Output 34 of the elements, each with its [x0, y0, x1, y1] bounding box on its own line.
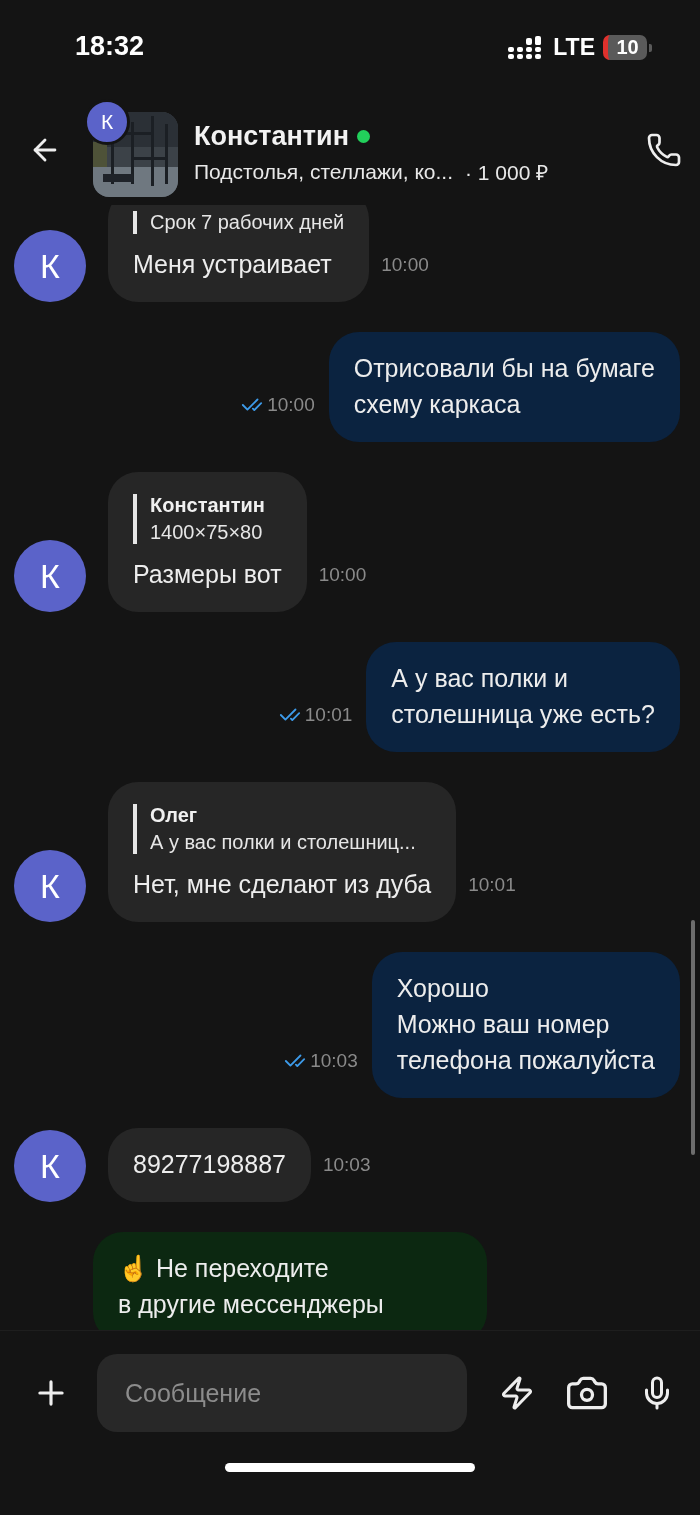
message-text: Отрисовали бы на бумаге схему каркаса — [353, 353, 655, 420]
message-time: 10:03 — [310, 1050, 358, 1072]
message-text: Размеры вот — [133, 559, 282, 590]
message-time: 10:00 — [318, 564, 367, 586]
phone-button[interactable] — [646, 132, 682, 168]
message-time: 10:00 — [267, 394, 315, 416]
quote-author: Олег — [150, 804, 199, 827]
message-time: 10:03 — [322, 1154, 371, 1176]
network-type: LTE — [553, 34, 595, 61]
battery-level: 10 — [603, 35, 647, 60]
avatar[interactable]: К — [14, 230, 86, 302]
avatar[interactable]: К — [14, 540, 86, 612]
message-text: А у вас полки и столешница уже есть? — [391, 663, 655, 730]
clock: 18:32 — [75, 31, 145, 62]
listing-price: · 1 000 ₽ — [465, 159, 549, 186]
message-text: Хорошо Можно ваш номер телефона пожалуйста — [396, 973, 655, 1076]
quote-author: Константин — [150, 494, 266, 517]
avatar[interactable]: К — [14, 1130, 86, 1202]
message-text: ☝ Не переходите в другие мессенджеры — [118, 1253, 385, 1320]
quote-text: Срок 7 рабочих дней — [150, 211, 345, 234]
lightning-button[interactable] — [499, 1375, 535, 1411]
message-text: Меня устраивает — [133, 249, 333, 280]
quote-text: А у вас полки и столешниц... — [150, 831, 417, 854]
scrollbar[interactable] — [691, 920, 695, 1155]
avatar[interactable]: К — [14, 850, 86, 922]
listing-title[interactable]: Подстолья, стеллажи, ко... — [194, 159, 453, 184]
contact-name[interactable]: Константин — [194, 120, 349, 152]
message-time: 10:00 — [381, 254, 429, 276]
message-time: 10:01 — [468, 874, 516, 896]
message-input[interactable]: Сообщение — [97, 1354, 467, 1432]
message-time: 10:01 — [304, 704, 353, 726]
quote-text: 1400×75×80 — [150, 521, 264, 544]
message-text: Нет, мне сделают из дуба — [133, 869, 432, 900]
message-text: 89277198887 — [133, 1149, 286, 1180]
